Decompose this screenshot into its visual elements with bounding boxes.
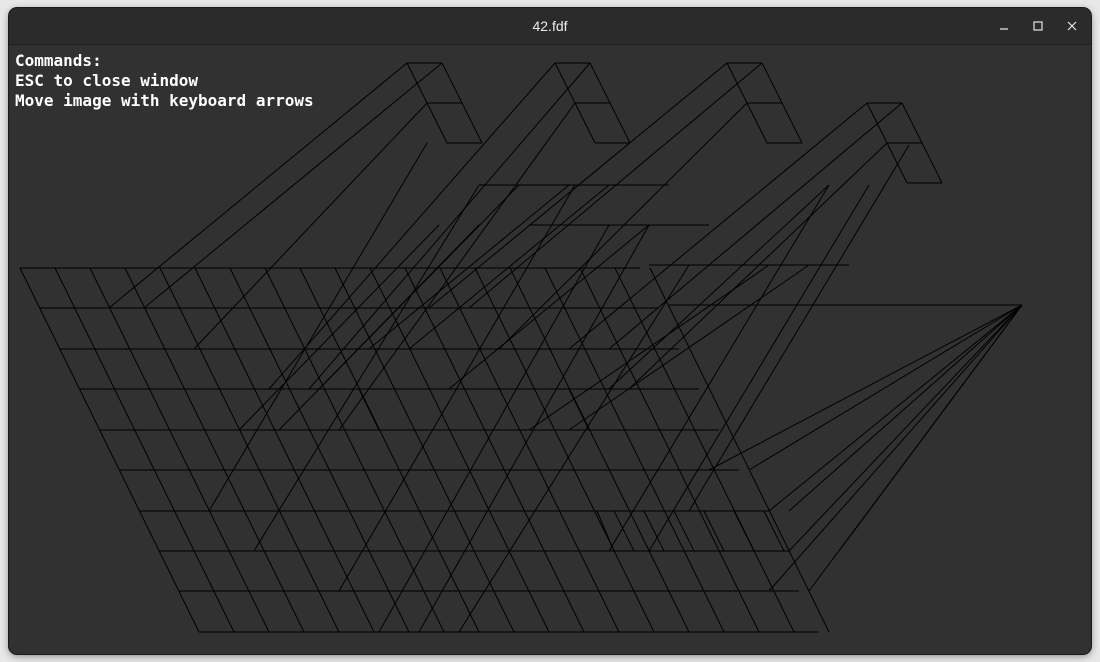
wire-segment bbox=[628, 142, 888, 390]
wire-segment bbox=[768, 304, 1023, 512]
wire-segment bbox=[648, 184, 870, 552]
wire-segment bbox=[568, 264, 810, 431]
wire-segment bbox=[208, 142, 428, 512]
minimize-button[interactable] bbox=[991, 13, 1017, 39]
wire-segment bbox=[528, 264, 770, 431]
wire-segment bbox=[733, 510, 755, 552]
maximize-button[interactable] bbox=[1025, 13, 1051, 39]
wire-segment bbox=[613, 510, 635, 552]
wire-segment bbox=[703, 510, 725, 552]
wire-segment bbox=[708, 304, 1023, 471]
wire-segment bbox=[838, 304, 1023, 552]
wire-segment bbox=[124, 267, 305, 633]
wire-segment bbox=[726, 62, 748, 104]
close-icon bbox=[1067, 21, 1077, 31]
wire-segment bbox=[159, 267, 340, 633]
wire-segment bbox=[448, 224, 650, 390]
wire-segment bbox=[358, 388, 380, 431]
wire-segment bbox=[338, 102, 576, 431]
wireframe-map bbox=[19, 62, 1023, 633]
wire-segment bbox=[426, 102, 448, 144]
wire-segment bbox=[238, 224, 440, 431]
commands-esc: ESC to close window bbox=[15, 71, 199, 90]
wire-segment bbox=[338, 184, 576, 592]
minimize-icon bbox=[1000, 28, 1008, 30]
window-title: 42.fdf bbox=[532, 18, 568, 34]
wire-segment bbox=[461, 102, 483, 144]
wire-segment bbox=[268, 62, 556, 390]
title-bar[interactable]: 42.fdf bbox=[9, 8, 1091, 45]
close-button[interactable] bbox=[1059, 13, 1085, 39]
wire-segment bbox=[768, 304, 1023, 592]
wire-segment bbox=[608, 184, 830, 390]
wire-segment bbox=[368, 184, 570, 350]
wire-segment bbox=[229, 267, 410, 633]
wire-segment bbox=[318, 184, 520, 390]
commands-overlay: Commands: ESC to close window Move image w… bbox=[15, 51, 314, 111]
render-canvas[interactable]: Commands: ESC to close window Move image w… bbox=[9, 45, 1091, 654]
app-window: 42.fdf Commands: ESC to close window Move … bbox=[9, 8, 1091, 654]
wire-segment bbox=[264, 267, 445, 633]
wire-segment bbox=[866, 102, 888, 144]
wire-segment bbox=[418, 224, 650, 633]
wire-segment bbox=[89, 267, 270, 633]
wire-segment bbox=[574, 102, 596, 144]
wire-segment bbox=[554, 62, 576, 104]
wire-segment bbox=[568, 102, 868, 350]
wire-segment bbox=[921, 142, 943, 184]
wire-segment bbox=[589, 62, 611, 104]
wire-segment bbox=[474, 267, 655, 633]
wire-segment bbox=[609, 102, 631, 144]
wire-segment bbox=[544, 267, 725, 633]
commands-heading: Commands: bbox=[15, 51, 102, 70]
wire-segment bbox=[614, 267, 795, 633]
wire-segment bbox=[608, 102, 903, 350]
wire-segment bbox=[688, 144, 910, 512]
wire-segment bbox=[19, 267, 200, 633]
wire-segment bbox=[901, 102, 923, 144]
wire-segment bbox=[788, 304, 1023, 512]
wire-segment bbox=[509, 267, 690, 633]
wire-segment bbox=[441, 62, 463, 104]
wire-segment bbox=[308, 62, 591, 390]
wire-segment bbox=[781, 102, 803, 144]
maximize-icon bbox=[1033, 21, 1043, 31]
wire-segment bbox=[788, 304, 1023, 552]
wire-segment bbox=[673, 510, 695, 552]
wire-segment bbox=[761, 62, 783, 104]
wire-segment bbox=[596, 510, 615, 552]
wire-segment bbox=[608, 184, 830, 552]
wire-segment bbox=[334, 267, 515, 633]
commands-move: Move image with keyboard arrows bbox=[15, 91, 314, 110]
wire-segment bbox=[746, 102, 768, 144]
wire-segment bbox=[748, 304, 1023, 471]
wire-segment bbox=[54, 267, 235, 633]
wire-segment bbox=[763, 510, 785, 552]
